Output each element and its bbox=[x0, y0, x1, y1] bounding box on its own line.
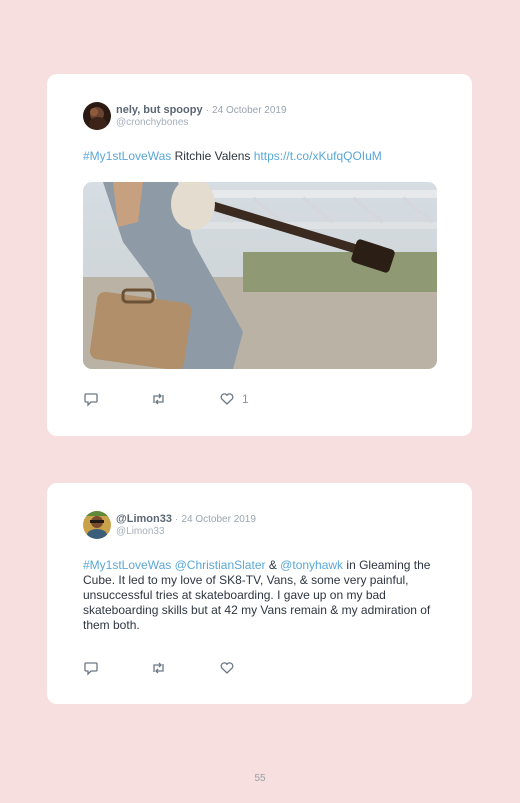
mention-link[interactable]: @tonyhawk bbox=[280, 558, 343, 572]
display-name[interactable]: nely, but spoopy bbox=[116, 104, 203, 116]
separator-dot: · bbox=[175, 514, 179, 525]
tweet-date[interactable]: 24 October 2019 bbox=[181, 514, 256, 525]
tweet-card: nely, but spoopy · 24 October 2019 @cron… bbox=[47, 74, 472, 436]
tweet-date[interactable]: 24 October 2019 bbox=[212, 105, 287, 116]
tweet-actions bbox=[83, 660, 283, 676]
mention-link[interactable]: @ChristianSlater bbox=[175, 558, 266, 572]
avatar[interactable] bbox=[83, 511, 111, 539]
tweet-card: @Limon33 · 24 October 2019 @Limon33 #My1… bbox=[47, 483, 472, 704]
retweet-icon[interactable] bbox=[150, 660, 167, 676]
separator-dot: · bbox=[205, 105, 209, 116]
reply-icon[interactable] bbox=[83, 391, 99, 407]
tweet-text: #My1stLoveWas Ritchie Valens https://t.c… bbox=[83, 149, 443, 164]
hashtag-link[interactable]: #My1stLoveWas bbox=[83, 558, 171, 572]
tweet-actions: 1 bbox=[83, 391, 283, 407]
user-handle[interactable]: @cronchybones bbox=[116, 116, 188, 129]
tweet-media-image[interactable] bbox=[83, 182, 437, 369]
reply-icon[interactable] bbox=[83, 660, 99, 676]
user-handle[interactable]: @Limon33 bbox=[116, 525, 165, 538]
tweet-text: #My1stLoveWas @ChristianSlater & @tonyha… bbox=[83, 558, 443, 633]
text-ampersand: & bbox=[265, 558, 281, 572]
avatar[interactable] bbox=[83, 102, 111, 130]
like-count: 1 bbox=[242, 392, 249, 406]
like-icon[interactable] bbox=[219, 660, 235, 676]
page-number: 55 bbox=[254, 773, 266, 784]
display-name[interactable]: @Limon33 bbox=[116, 513, 172, 525]
like-icon[interactable] bbox=[219, 391, 235, 407]
hashtag-link[interactable]: #My1stLoveWas bbox=[83, 149, 171, 163]
url-link[interactable]: https://t.co/xKufqQOIuM bbox=[254, 149, 382, 163]
retweet-icon[interactable] bbox=[150, 391, 167, 407]
tweet-body: Ritchie Valens bbox=[171, 149, 254, 163]
